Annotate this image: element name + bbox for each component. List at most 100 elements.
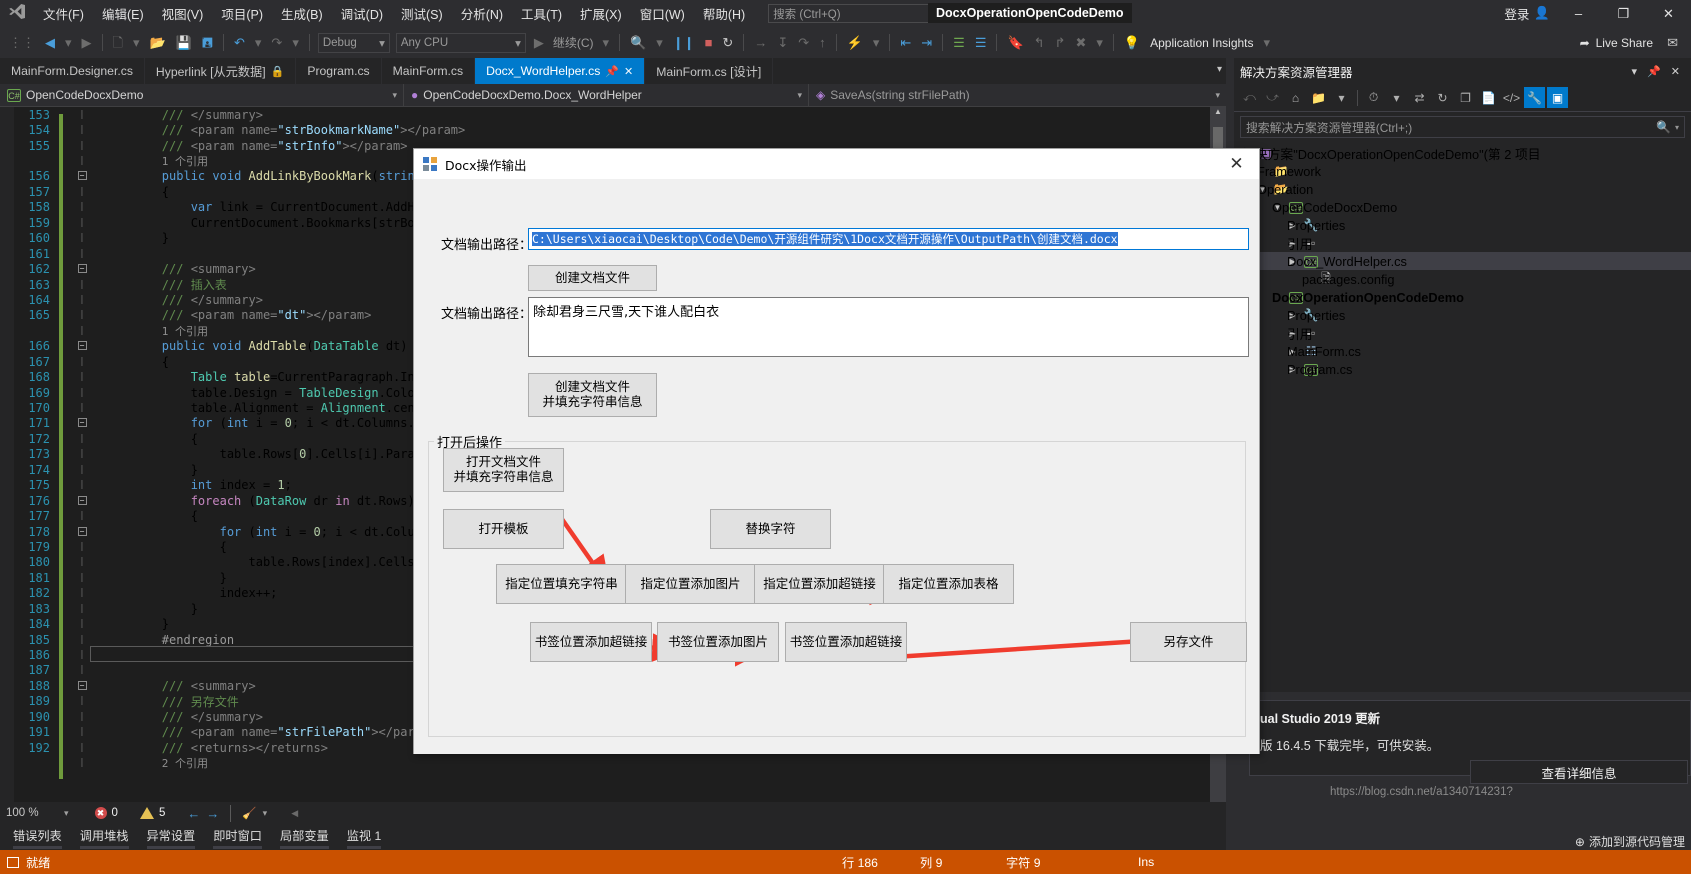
chevron-down-icon[interactable]: ▾ [1675,123,1679,132]
solution-tree-node[interactable]: ▶ 🔧 Properties [1234,306,1691,324]
restart-icon[interactable]: ↻ [717,36,738,49]
fold-toggle-icon[interactable]: | [74,727,90,737]
solution-tree-node[interactable]: ▶ C# Program.cs [1234,360,1691,378]
fold-toggle-icon[interactable]: | [74,449,90,459]
show-all-files-icon[interactable]: 📄 [1478,87,1499,108]
indent-icon[interactable]: ⇤ [895,36,916,49]
tab-mainform-designer[interactable]: MainForm.Designer.cs [0,58,145,84]
chevron-down-icon[interactable]: ▾ [263,808,268,819]
navigate-forward-icon[interactable]: ▶ [77,36,97,49]
code-line[interactable]: . | 2 个引用 [14,755,1210,780]
broom-icon[interactable]: 🧹 [242,806,256,820]
solution-tree-node[interactable]: 📁 Framework [1234,162,1691,180]
menu-build[interactable]: 生成(B) [272,0,332,27]
fold-toggle-icon[interactable]: | [74,326,90,336]
hot-reload-dropdown-icon[interactable]: ▾ [868,36,885,49]
main-menu[interactable]: 文件(F) 编辑(E) 视图(V) 项目(P) 生成(B) 调试(D) 测试(S… [34,0,754,27]
fold-toggle-icon[interactable]: | [74,635,90,645]
fold-toggle-icon[interactable]: − [74,495,90,506]
fold-toggle-icon[interactable]: | [74,758,90,768]
fold-toggle-icon[interactable]: | [74,110,90,120]
breadcrumb-project-dropdown[interactable]: C# OpenCodeDocxDemo ▾ [0,83,404,107]
live-share-button[interactable]: ➦ Live Share [1580,36,1653,50]
save-all-icon[interactable]: 🖪 [197,36,218,49]
tab-docx-wordhelper[interactable]: Docx_WordHelper.cs 📌 ✕ [475,58,646,84]
tab-program[interactable]: Program.cs [296,58,382,84]
open-file-icon[interactable]: 📂 [145,36,171,49]
fold-toggle-icon[interactable]: | [74,712,90,722]
restore-icon[interactable]: ❐ [1601,0,1646,27]
code-view-icon[interactable]: </> [1501,87,1522,108]
fold-toggle-icon[interactable]: | [74,465,90,475]
fold-toggle-icon[interactable]: | [74,156,90,166]
close-icon[interactable]: ✕ [624,65,633,78]
docx-output-dialog[interactable]: Docx操作输出 ✕ 文档输出路径： C:\Users\xiaocai\Desk… [413,148,1260,754]
solution-tree-node[interactable]: ▼ 📂 Operation [1234,180,1691,198]
back-icon[interactable]: ⤺ [1239,87,1260,108]
sign-in-button[interactable]: 登录 👤 [1498,4,1556,23]
menu-edit[interactable]: 编辑(E) [93,0,153,27]
solution-tree-node[interactable]: C# DocxOperationOpenCodeDemo [1234,288,1691,306]
tab-mainform-design[interactable]: MainForm.cs [设计] [645,58,774,84]
fold-toggle-icon[interactable]: | [74,557,90,567]
scroll-up-icon[interactable]: ▲ [1210,107,1226,123]
fold-toggle-icon[interactable]: | [74,233,90,243]
chevron-down-icon[interactable]: ▾ [1331,87,1352,108]
fold-toggle-icon[interactable]: | [74,743,90,753]
close-icon[interactable]: ✕ [1666,65,1685,78]
attach-process-icon[interactable]: 🔍 [625,36,651,49]
pos-fill-string-button[interactable]: 指定位置填充字符串 [496,564,627,604]
create-and-fill-button[interactable]: 创建文档文件 并填充字符串信息 [528,373,657,417]
comment-icon[interactable]: ☰ [948,36,970,49]
save-as-button[interactable]: 另存文件 [1130,622,1247,662]
warning-count[interactable]: 5 [139,807,165,819]
panel-tab-immediate-window[interactable]: 即时窗口 [204,823,271,850]
panel-tab-exception-settings[interactable]: 异常设置 [138,823,205,850]
open-and-fill-button[interactable]: 打开文档文件 并填充字符串信息 [443,448,564,492]
fold-toggle-icon[interactable]: | [74,511,90,521]
fold-toggle-icon[interactable]: − [74,171,90,181]
chevron-down-icon-2[interactable]: ▾ [1386,87,1407,108]
attach-dropdown-icon[interactable]: ▾ [651,36,668,49]
fold-toggle-icon[interactable]: | [74,604,90,614]
fold-toggle-icon[interactable]: | [74,388,90,398]
menu-test[interactable]: 测试(S) [392,0,452,27]
bookmark-icon[interactable]: 🔖 [1002,36,1028,49]
arrow-left-icon[interactable]: ← [187,806,200,821]
close-icon[interactable]: ✕ [1646,0,1691,27]
dialog-title-bar[interactable]: Docx操作输出 ✕ [414,149,1259,179]
window-menu-icon[interactable]: ▾ [1627,65,1643,78]
bookmark-clear-icon[interactable]: ✖ [1070,36,1091,49]
create-document-button[interactable]: 创建文档文件 [528,265,657,291]
continue-dropdown-icon[interactable]: ▾ [598,36,615,49]
fold-toggle-icon[interactable]: − [74,418,90,428]
panel-tab-locals[interactable]: 局部变量 [271,823,338,850]
panel-tab-watch1[interactable]: 监视 1 [338,823,391,850]
menu-project[interactable]: 项目(P) [212,0,272,27]
navigate-back-icon[interactable]: ◀ [40,36,60,49]
fold-toggle-icon[interactable]: | [74,372,90,382]
properties-icon[interactable]: 🔧 [1524,87,1545,108]
menu-help[interactable]: 帮助(H) [694,0,754,27]
pin-icon[interactable]: 📌 [605,65,619,78]
code-line[interactable]: 154 | /// <param name="strBookmarkName"><… [14,122,1210,147]
refresh-icon[interactable]: ↻ [1432,87,1453,108]
pos-add-table-button[interactable]: 指定位置添加表格 [883,564,1014,604]
preview-icon[interactable]: ▣ [1547,87,1568,108]
solution-tree-node[interactable]: ▼ C# OpenCodeDocxDemo [1234,198,1691,216]
platform-combo[interactable]: Any CPU ▾ [395,32,526,53]
menu-window[interactable]: 窗口(W) [631,0,694,27]
redo-dropdown-icon[interactable]: ▾ [287,36,304,49]
undo-dropdown-icon[interactable]: ▾ [250,36,267,49]
pin-icon[interactable]: 📌 [1642,65,1666,78]
outdent-icon[interactable]: ⇥ [916,36,937,49]
toolbar-overflow-icon[interactable]: ▾ [1091,36,1108,49]
panel-tab-error-list[interactable]: 错误列表 [4,823,71,850]
fold-toggle-icon[interactable]: | [74,357,90,367]
fold-toggle-icon[interactable]: − [74,341,90,351]
see-details-button[interactable]: 查看详细信息 [1470,760,1688,784]
navigate-back-dropdown-icon[interactable]: ▾ [60,36,77,49]
tab-hyperlink-metadata[interactable]: Hyperlink [从元数据] 🔒 [144,58,297,84]
fold-toggle-icon[interactable]: | [74,187,90,197]
fold-toggle-icon[interactable]: | [74,249,90,259]
